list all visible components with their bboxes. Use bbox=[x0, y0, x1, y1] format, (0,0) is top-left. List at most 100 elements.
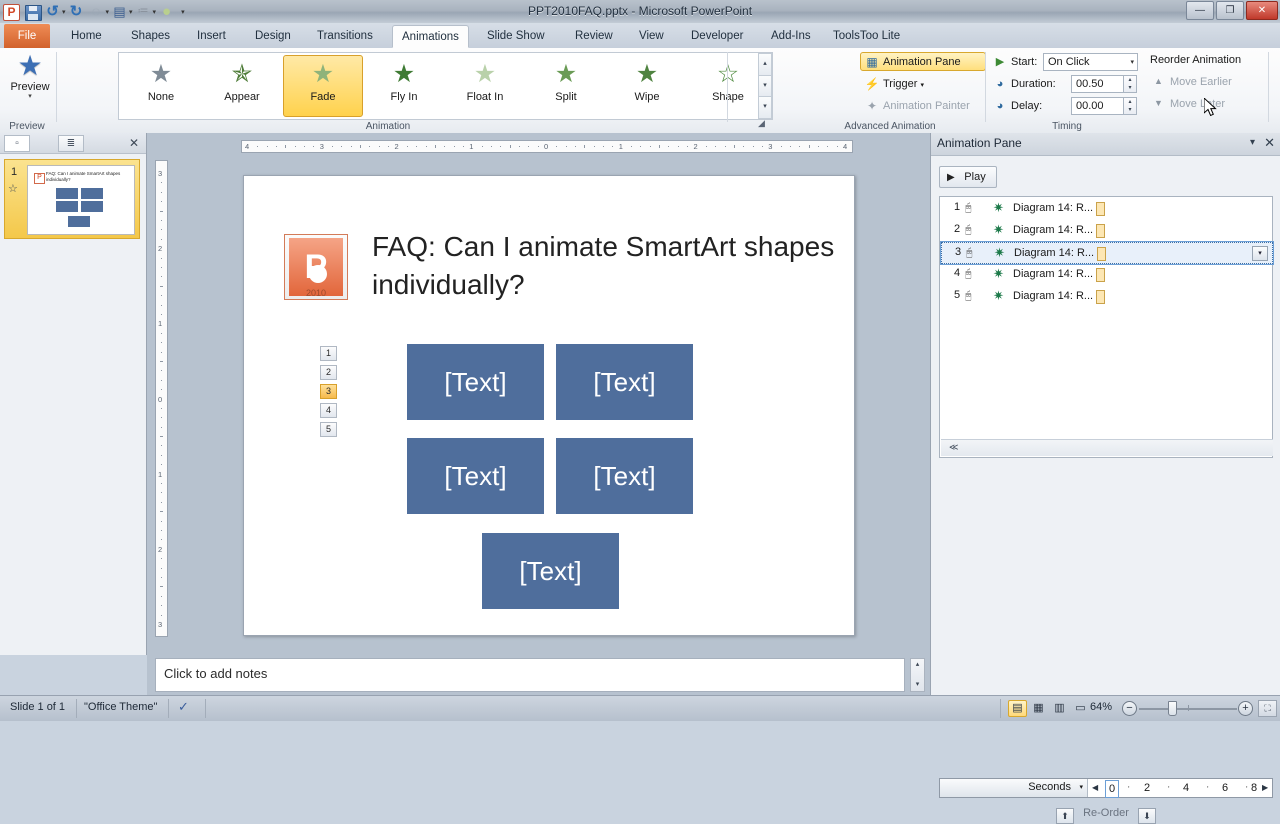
slide-thumbnail-1[interactable]: 1 ☆ P FAQ: Can I animate SmartArt shapes… bbox=[4, 159, 140, 239]
close-icon[interactable]: ✕ bbox=[1264, 135, 1275, 151]
spellcheck-icon[interactable]: ✓ bbox=[178, 699, 189, 715]
animation-badge-5[interactable]: 5 bbox=[320, 422, 337, 437]
timeline-bar[interactable] bbox=[1096, 202, 1105, 216]
delay-stepper-up[interactable]: ▴ bbox=[1124, 98, 1136, 106]
animation-badge-2[interactable]: 2 bbox=[320, 365, 337, 380]
view-reading-button[interactable]: ▥ bbox=[1050, 700, 1069, 717]
tab-home[interactable]: Home bbox=[62, 25, 111, 48]
tab-animations[interactable]: Animations bbox=[392, 25, 469, 48]
smartart-box-2[interactable]: [Text] bbox=[556, 344, 693, 420]
tab-outline[interactable]: ≣ bbox=[58, 135, 84, 152]
restore-button[interactable]: ❐ bbox=[1216, 1, 1244, 20]
bullets-icon[interactable]: ≔ bbox=[134, 2, 153, 21]
tab-file[interactable]: File bbox=[4, 24, 50, 48]
animation-pane-toggle-button[interactable]: ▦ Animation Pane bbox=[860, 52, 986, 71]
minimize-button[interactable]: — bbox=[1186, 1, 1214, 20]
move-earlier-button[interactable]: ▲ Move Earlier bbox=[1154, 76, 1232, 88]
animation-list-row-3[interactable]: 3 🖰 ✷ Diagram 14: R... ▾ bbox=[940, 241, 1274, 265]
animation-fade[interactable]: ★ Fade bbox=[283, 55, 363, 117]
close-button[interactable]: ✕ bbox=[1246, 1, 1278, 20]
duration-stepper-down[interactable]: ▾ bbox=[1124, 84, 1136, 92]
delay-stepper[interactable]: ▴ ▾ bbox=[1124, 97, 1137, 115]
animation-appear[interactable]: ✯ Appear bbox=[202, 55, 282, 117]
undo-icon[interactable]: ↺ bbox=[43, 2, 62, 21]
open-icon[interactable]: ▤ bbox=[110, 2, 129, 21]
slide-title[interactable]: FAQ: Can I animate SmartArt shapes indiv… bbox=[372, 228, 842, 304]
slide-canvas[interactable]: P 2010 FAQ: Can I animate SmartArt shape… bbox=[243, 175, 855, 636]
ellipse-icon[interactable]: ● bbox=[157, 2, 176, 21]
chevron-down-icon[interactable]: ▾ bbox=[1250, 137, 1255, 148]
trigger-button[interactable]: ⚡ Trigger ▾ bbox=[860, 74, 950, 93]
tab-developer[interactable]: Developer bbox=[682, 25, 752, 48]
view-slide-sorter-button[interactable]: ▦ bbox=[1029, 700, 1048, 717]
repeat-icon[interactable]: ◌ bbox=[87, 2, 106, 21]
tab-shapes[interactable]: Shapes bbox=[122, 25, 179, 48]
powerpoint-logo-icon[interactable]: P bbox=[3, 3, 20, 21]
timeline-bar[interactable] bbox=[1096, 224, 1105, 238]
view-slide-show-button[interactable]: ▭ bbox=[1071, 700, 1090, 717]
animation-list[interactable]: 1 🖰 ✷ Diagram 14: R... 2 🖰 ✷ Diagram 14:… bbox=[939, 196, 1274, 458]
delay-input[interactable]: 00.00 bbox=[1071, 97, 1124, 115]
zoom-out-button[interactable]: − bbox=[1122, 701, 1137, 716]
vertical-ruler[interactable]: 3 2 1 0 1 2 3 bbox=[155, 160, 168, 637]
trigger-caret[interactable]: ▾ bbox=[921, 82, 925, 89]
notes-scroll-down[interactable]: ▾ bbox=[911, 679, 924, 691]
start-dropdown-caret[interactable]: ▾ bbox=[1130, 54, 1134, 71]
animation-list-row-5[interactable]: 5 🖰 ✷ Diagram 14: R... bbox=[941, 286, 1273, 308]
animation-split[interactable]: ★ Split bbox=[526, 55, 606, 117]
smartart-box-3[interactable]: [Text] bbox=[407, 438, 544, 514]
redo-icon[interactable]: ↻ bbox=[67, 2, 86, 21]
animation-badge-4[interactable]: 4 bbox=[320, 403, 337, 418]
theme-label[interactable]: "Office Theme" bbox=[84, 701, 157, 713]
smartart-box-5[interactable]: [Text] bbox=[482, 533, 619, 609]
zoom-slider-thumb[interactable] bbox=[1168, 701, 1177, 716]
reorder-down-button[interactable]: ⬇ bbox=[1137, 808, 1156, 824]
animation-list-row-1[interactable]: 1 🖰 ✷ Diagram 14: R... bbox=[941, 198, 1273, 220]
timeline-bar[interactable] bbox=[1097, 247, 1106, 261]
tab-transitions[interactable]: Transitions bbox=[308, 25, 382, 48]
row-dropdown-caret[interactable]: ▾ bbox=[1252, 246, 1268, 261]
play-button[interactable]: ▶ Play bbox=[939, 166, 997, 188]
start-select[interactable]: On Click ▾ bbox=[1043, 53, 1138, 71]
save-icon[interactable] bbox=[23, 2, 42, 21]
animation-pane-dialog-launcher[interactable]: ◢ bbox=[756, 118, 767, 129]
tab-toolstoo-lite[interactable]: ToolsToo Lite bbox=[824, 25, 909, 48]
timeline-bar[interactable] bbox=[1096, 268, 1105, 282]
tab-slide-show[interactable]: Slide Show bbox=[478, 25, 554, 48]
tab-insert[interactable]: Insert bbox=[188, 25, 235, 48]
zoom-in-button[interactable]: + bbox=[1238, 701, 1253, 716]
smartart-box-4[interactable]: [Text] bbox=[556, 438, 693, 514]
notes-scrollbar[interactable]: ▴ ▾ bbox=[910, 658, 925, 692]
timeline-bar[interactable] bbox=[1096, 290, 1105, 304]
preview-button[interactable]: ★ Preview ▾ bbox=[6, 52, 54, 101]
customize-qat-caret[interactable]: ▾ bbox=[181, 8, 185, 16]
animation-float-in[interactable]: ★ Float In bbox=[445, 55, 525, 117]
animation-badge-1[interactable]: 1 bbox=[320, 346, 337, 361]
undo-dropdown-caret[interactable]: ▾ bbox=[62, 8, 66, 16]
duration-stepper-up[interactable]: ▴ bbox=[1124, 76, 1136, 84]
tab-slides[interactable]: ▫ bbox=[4, 135, 30, 152]
animation-fly-in[interactable]: ★ Fly In bbox=[364, 55, 444, 117]
repeat-dropdown-caret[interactable]: ▾ bbox=[106, 8, 110, 16]
notes-input[interactable]: Click to add notes bbox=[155, 658, 905, 692]
notes-scroll-up[interactable]: ▴ bbox=[911, 659, 924, 671]
duration-input[interactable]: 00.50 bbox=[1071, 75, 1124, 93]
fit-slide-to-window-icon[interactable]: ⛶ bbox=[1258, 700, 1277, 717]
tab-review[interactable]: Review bbox=[566, 25, 622, 48]
zoom-level-label[interactable]: 64% bbox=[1090, 701, 1112, 713]
bullets-dropdown-caret[interactable]: ▾ bbox=[153, 8, 157, 16]
timeline-units-caret[interactable]: ▾ bbox=[1079, 779, 1083, 796]
smartart-box-1[interactable]: [Text] bbox=[407, 344, 544, 420]
horizontal-ruler[interactable]: 4 3 2 1 0 1 2 3 4 bbox=[241, 140, 853, 153]
animation-list-row-4[interactable]: 4 🖰 ✷ Diagram 14: R... bbox=[941, 264, 1273, 286]
tab-view[interactable]: View bbox=[630, 25, 673, 48]
expand-contents-button[interactable]: ≪ bbox=[941, 439, 1273, 456]
animation-badge-3[interactable]: 3 bbox=[320, 384, 337, 399]
open-dropdown-caret[interactable]: ▾ bbox=[129, 8, 133, 16]
view-normal-button[interactable]: ▤ bbox=[1008, 700, 1027, 717]
animation-none[interactable]: ★ None bbox=[121, 55, 201, 117]
timeline-scroll-right[interactable]: ▶ bbox=[1262, 779, 1268, 797]
tab-design[interactable]: Design bbox=[246, 25, 300, 48]
animation-list-row-2[interactable]: 2 🖰 ✷ Diagram 14: R... bbox=[941, 220, 1273, 242]
preview-dropdown-caret[interactable]: ▾ bbox=[6, 93, 54, 100]
